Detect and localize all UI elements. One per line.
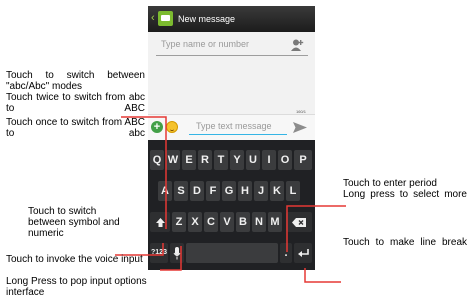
annotation-voice: Touch to invoke the voice input [6,254,143,265]
leader-enter [304,268,341,283]
leader-period [286,205,346,252]
callout-lines [115,116,346,283]
annotation-symbol: Touch to switch between symbol and numer… [28,206,120,239]
annotation-voice-long: Long Press to pop input options interfac… [6,276,147,298]
annotation-caps-once: Touch once to switch from ABC to abc [6,117,145,139]
annotation-case-switch: Touch to switch between "abc/Abc" modes [6,70,145,92]
annotation-caps-abc: Touch twice to switch from abc to ABC [6,92,145,114]
annotation-line-break: Touch to make line break [343,237,467,248]
annotation-period: Touch to enter period [343,178,437,189]
annotation-period-long: Long press to select more [343,189,467,200]
